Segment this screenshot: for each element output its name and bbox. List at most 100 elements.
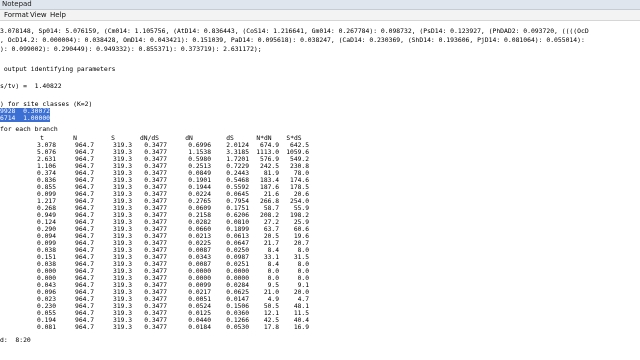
branch-header: for each branch [0, 125, 58, 133]
table-cell: 2.0124 [226, 142, 249, 149]
table-cell: 319.3 [113, 212, 132, 219]
table-cell: 964.7 [75, 156, 94, 163]
selected-site-row-2[interactable]: 6714 1.00000 [0, 115, 51, 122]
table-row: 0.124 964.7 319.3 0.3477 0.0282 0.0810 27.2 25.… [0, 219, 309, 226]
table-cell: 9.5 [267, 282, 279, 289]
table-cell [0, 303, 28, 310]
table-cell: 0.0660 [188, 226, 211, 233]
table-cell: 0.3477 [144, 254, 167, 261]
table-cell: 60.6 [293, 226, 309, 233]
table-cell: 0.023 [37, 296, 56, 303]
table-cell: 0.0087 [188, 247, 211, 254]
table-cell: 964.7 [75, 233, 94, 240]
table-cell: 964.7 [75, 184, 94, 191]
table-cell: 319.3 [113, 149, 132, 156]
table-row: 0.094 964.7 319.3 0.3477 0.0213 0.0613 20.5 19.… [0, 233, 309, 240]
table-cell: 319.3 [113, 233, 132, 240]
table-row: 3.078 964.7 319.3 0.3477 0.6996 2.0124 674.9 64… [0, 142, 309, 149]
table-cell [0, 156, 28, 163]
menu-format[interactable]: Format [2, 10, 31, 20]
table-row: 0.000 964.7 319.3 0.3477 0.0000 0.0000 0.0 0.0 [0, 275, 309, 282]
table-cell: 319.3 [113, 296, 132, 303]
table-cell: 0.0125 [188, 310, 211, 317]
table-cell: 21.6 [263, 191, 279, 198]
table-cell [0, 198, 28, 205]
table-cell: 0.094 [37, 233, 56, 240]
table-cell: 0.0224 [188, 191, 211, 198]
table-cell: 0.0213 [188, 233, 211, 240]
table-cell: 319.3 [113, 282, 132, 289]
table-cell: 0.3477 [144, 261, 167, 268]
table-row: 0.038 964.7 319.3 0.3477 0.0087 0.0250 8.4 8.0 [0, 247, 309, 254]
table-cell: 0.5980 [188, 156, 211, 163]
table-cell: 1113.0 [256, 149, 279, 156]
table-cell: 0.3477 [144, 191, 167, 198]
table-cell [0, 310, 28, 317]
table-cell: 319.3 [113, 142, 132, 149]
table-cell: 964.7 [75, 303, 94, 310]
table-row: 0.836 964.7 319.3 0.3477 0.1901 0.5468 183.4 17… [0, 177, 309, 184]
table-cell: 40.4 [293, 317, 309, 324]
table-cell: 0.0609 [188, 205, 211, 212]
table-cell [0, 149, 28, 156]
table-cell: 964.7 [75, 205, 94, 212]
table-cell: 0.3477 [144, 310, 167, 317]
table-cell: 0.099 [37, 191, 56, 198]
table-cell: 0.3477 [144, 219, 167, 226]
table-cell [0, 184, 28, 191]
table-cell: 642.5 [290, 142, 309, 149]
table-cell: 178.5 [290, 184, 309, 191]
table-cell: 0.0284 [226, 282, 249, 289]
table-cell: 964.7 [75, 142, 94, 149]
table-cell: 0.7229 [226, 163, 249, 170]
table-cell: 0.1751 [226, 205, 249, 212]
table-cell: 964.7 [75, 149, 94, 156]
table-cell: 0.268 [37, 205, 56, 212]
table-cell: 964.7 [75, 163, 94, 170]
table-cell [0, 226, 28, 233]
text-editor[interactable]: 3.078148, Sp014: 5.076159, (Cm014: 1.105… [0, 21, 640, 360]
menu-bar: Format View Help [0, 10, 640, 21]
table-cell: 964.7 [75, 317, 94, 324]
table-cell: 0.0000 [226, 268, 249, 275]
table-cell: 319.3 [113, 219, 132, 226]
table-cell [0, 219, 28, 226]
table-cell: 0.096 [37, 289, 56, 296]
table-cell: 0.0 [297, 275, 309, 282]
menu-help[interactable]: Help [48, 10, 68, 20]
table-cell: 1.1538 [188, 149, 211, 156]
table-cell: 254.0 [290, 198, 309, 205]
table-cell: 3.3185 [226, 149, 249, 156]
table-cell: 0.230 [37, 303, 56, 310]
table-cell: 20.7 [293, 240, 309, 247]
table-cell [0, 289, 28, 296]
table-cell: 319.3 [113, 303, 132, 310]
table-cell: 964.7 [75, 324, 94, 331]
table-cell: 0.038 [37, 261, 56, 268]
table-cell [0, 240, 28, 247]
table-cell [0, 212, 28, 219]
table-cell: 319.3 [113, 275, 132, 282]
table-cell [0, 261, 28, 268]
table-cell: 319.3 [113, 240, 132, 247]
table-cell: 0.0530 [226, 324, 249, 331]
table-cell: 4.7 [297, 296, 309, 303]
params-line-2: , OcD14.2: 0.000004): 0.038428, OmD14: 0… [0, 36, 585, 44]
table-cell [0, 317, 28, 324]
table-cell: 0.7954 [226, 198, 249, 205]
table-cell: 0.0 [267, 275, 279, 282]
table-cell: 198.2 [290, 212, 309, 219]
table-cell: 1.106 [37, 163, 56, 170]
table-cell: 964.7 [75, 261, 94, 268]
menu-view[interactable]: View [28, 10, 49, 20]
table-cell: 0.099 [37, 240, 56, 247]
table-cell [0, 205, 28, 212]
table-cell: 964.7 [75, 254, 94, 261]
table-cell [0, 282, 28, 289]
table-cell: 0.0645 [226, 191, 249, 198]
col-header-dnds: dN/dS [140, 135, 159, 142]
table-cell: 319.3 [113, 247, 132, 254]
table-cell [0, 177, 28, 184]
table-cell: 33.1 [263, 254, 279, 261]
table-row: 0.038 964.7 319.3 0.3477 0.0087 0.0251 8.4 8.0 [0, 261, 309, 268]
